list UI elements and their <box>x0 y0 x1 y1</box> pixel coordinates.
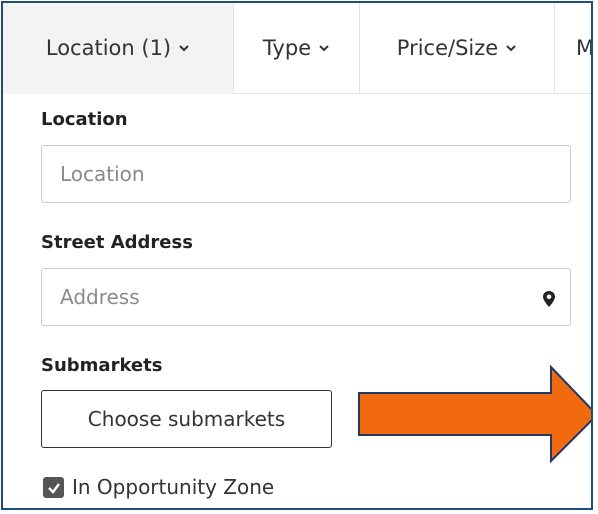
tab-price-size-label: Price/Size <box>396 36 499 60</box>
filter-panel-frame: Location (1) Type Price/Size M Location … <box>1 1 593 510</box>
tab-price-size[interactable]: Price/Size <box>360 3 555 94</box>
tab-location-label: Location (1) <box>45 36 172 60</box>
filter-tabs: Location (1) Type Price/Size M <box>3 3 593 96</box>
chevron-down-icon <box>179 45 189 52</box>
map-pin-icon <box>543 291 555 307</box>
street-address-input[interactable] <box>41 268 571 326</box>
tab-more[interactable]: M <box>555 3 593 94</box>
tab-type[interactable]: Type <box>234 3 360 94</box>
tab-location[interactable]: Location (1) <box>3 3 234 94</box>
tab-type-label: Type <box>262 36 312 60</box>
tab-more-label: M <box>576 36 593 60</box>
panel-right-edge <box>591 94 593 510</box>
orange-arrow-annotation <box>358 364 591 463</box>
checkmark-icon <box>47 482 60 494</box>
choose-submarkets-button[interactable]: Choose submarkets <box>41 390 332 448</box>
location-heading: Location <box>41 109 128 130</box>
opportunity-zone-checkbox[interactable] <box>43 477 64 498</box>
street-address-heading: Street Address <box>41 232 193 253</box>
location-input[interactable] <box>41 145 571 203</box>
chevron-down-icon <box>506 45 516 52</box>
chevron-down-icon <box>319 45 329 52</box>
submarkets-heading: Submarkets <box>41 355 163 376</box>
opportunity-zone-label: In Opportunity Zone <box>72 475 275 499</box>
